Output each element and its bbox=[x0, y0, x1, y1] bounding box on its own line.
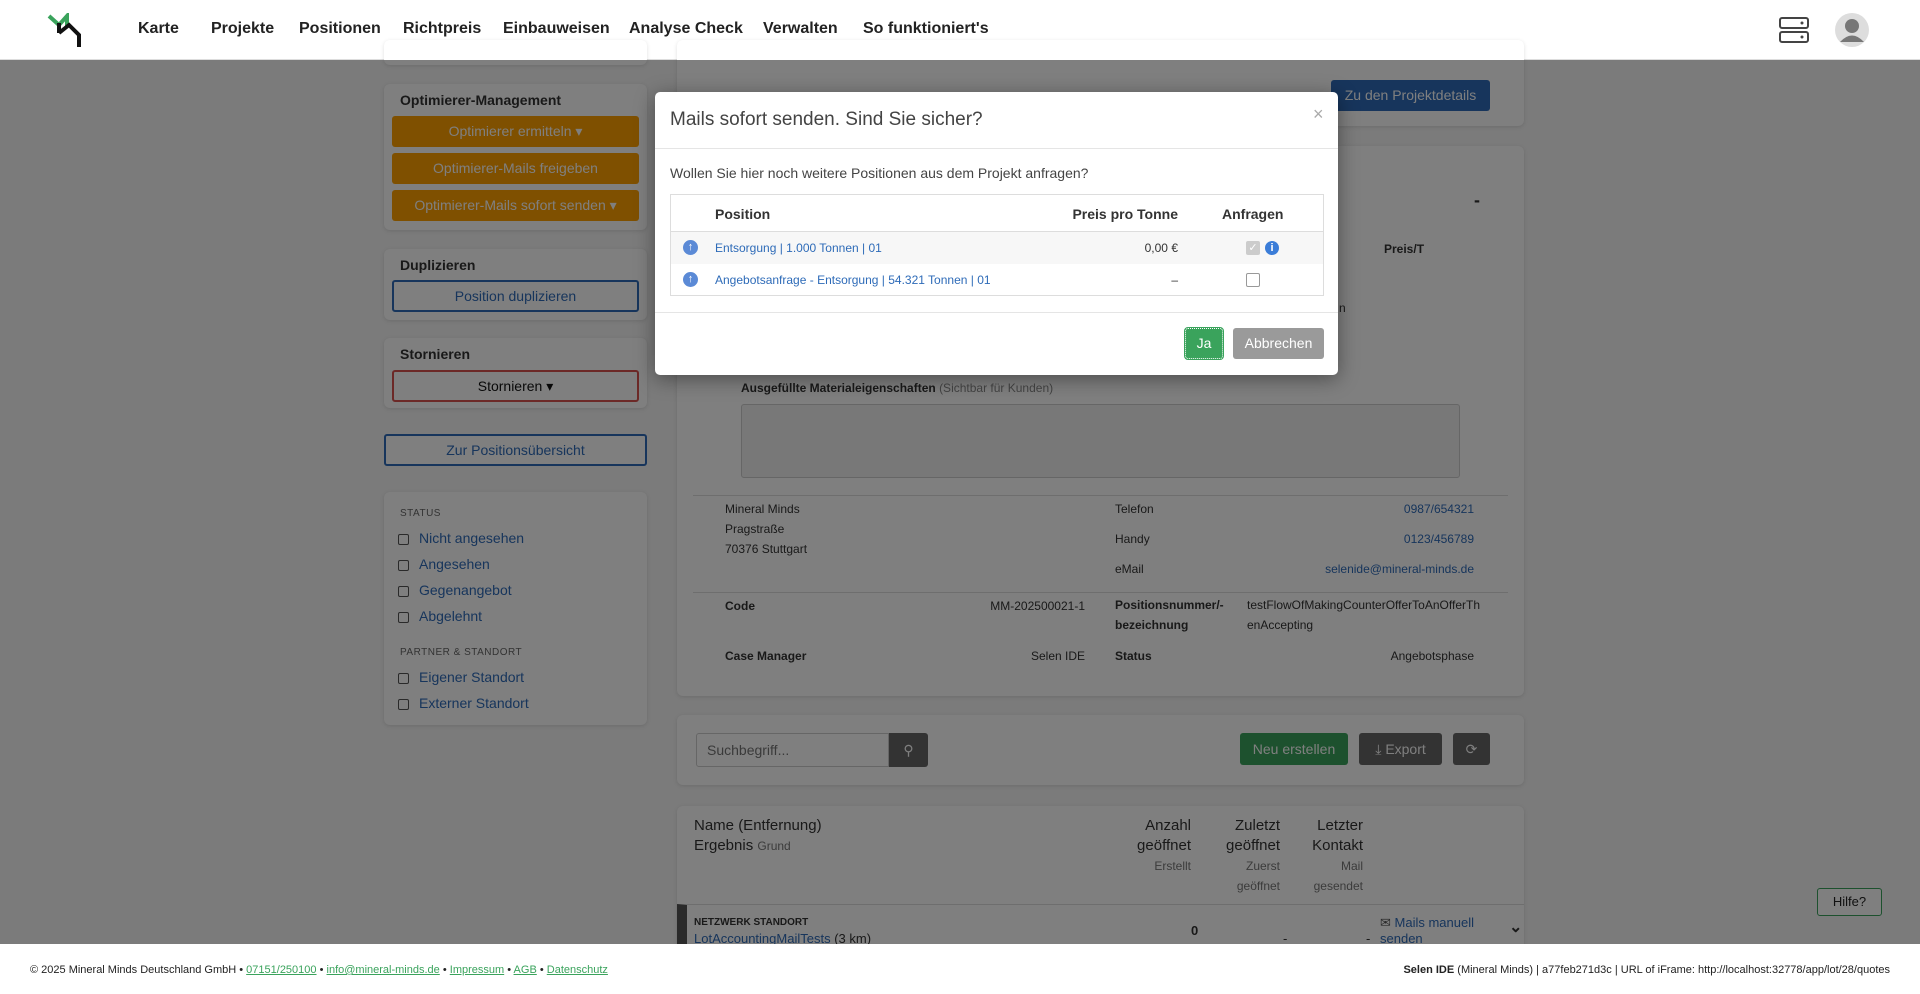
divider bbox=[655, 312, 1338, 313]
request-checkbox[interactable] bbox=[1246, 273, 1260, 287]
separator: • bbox=[320, 964, 324, 976]
table-row: ↑ Entsorgung | 1.000 Tonnen | 01 0,00 € … bbox=[671, 232, 1323, 264]
separator: • bbox=[507, 964, 511, 976]
nav-richtpreis[interactable]: Richtpreis bbox=[403, 20, 481, 38]
nav-so-funktionierts[interactable]: So funktioniert's bbox=[863, 20, 989, 38]
nav-karte[interactable]: Karte bbox=[138, 20, 179, 38]
footer-agb-link[interactable]: AGB bbox=[514, 964, 537, 976]
header-position: Position bbox=[715, 206, 770, 222]
mineral-minds-logo[interactable] bbox=[47, 13, 83, 47]
footer-privacy-link[interactable]: Datenschutz bbox=[547, 964, 608, 976]
modal-question: Wollen Sie hier noch weitere Positionen … bbox=[670, 165, 1088, 181]
info-icon[interactable]: i bbox=[1265, 241, 1279, 255]
cancel-button[interactable]: Abbrechen bbox=[1233, 328, 1324, 359]
position-link[interactable]: Entsorgung | 1.000 Tonnen | 01 bbox=[715, 241, 882, 255]
footer-user: Selen IDE bbox=[1403, 964, 1454, 976]
positions-table-header: Position Preis pro Tonne Anfragen bbox=[671, 195, 1323, 232]
nav-verwalten[interactable]: Verwalten bbox=[763, 20, 838, 38]
copyright: © 2025 Mineral Minds Deutschland GmbH • bbox=[30, 964, 243, 976]
divider bbox=[655, 148, 1338, 149]
close-icon[interactable]: × bbox=[1313, 104, 1324, 125]
position-link[interactable]: Angebotsanfrage - Entsorgung | 54.321 To… bbox=[715, 273, 991, 287]
nav-analyse-check[interactable]: Analyse Check bbox=[629, 20, 743, 38]
separator: • bbox=[443, 964, 447, 976]
header-request: Anfragen bbox=[1222, 206, 1283, 222]
footer: © 2025 Mineral Minds Deutschland GmbH • … bbox=[0, 944, 1920, 994]
footer-impressum-link[interactable]: Impressum bbox=[450, 964, 504, 976]
confirm-yes-button[interactable]: Ja bbox=[1185, 328, 1223, 359]
footer-phone-link[interactable]: 07151/250100 bbox=[246, 964, 316, 976]
footer-info: (Mineral Minds) | a77feb271d3c | URL of … bbox=[1457, 964, 1890, 976]
server-icon[interactable] bbox=[1779, 16, 1809, 44]
positions-table: Position Preis pro Tonne Anfragen ↑ Ents… bbox=[670, 194, 1324, 296]
nav-einbauweisen[interactable]: Einbauweisen bbox=[503, 20, 610, 38]
position-price: 0,00 € bbox=[1145, 241, 1178, 255]
position-price: – bbox=[1171, 273, 1178, 287]
separator: • bbox=[540, 964, 544, 976]
nav-projekte[interactable]: Projekte bbox=[211, 20, 274, 38]
nav-positionen[interactable]: Positionen bbox=[299, 20, 381, 38]
arrow-up-circle-icon: ↑ bbox=[683, 272, 698, 287]
table-row: ↑ Angebotsanfrage - Entsorgung | 54.321 … bbox=[671, 264, 1323, 296]
modal-title: Mails sofort senden. Sind Sie sicher? bbox=[670, 109, 983, 131]
header-price: Preis pro Tonne bbox=[1072, 206, 1178, 222]
request-checkbox-checked[interactable]: ✓ bbox=[1246, 241, 1260, 255]
footer-email-link[interactable]: info@mineral-minds.de bbox=[327, 964, 440, 976]
arrow-up-circle-icon: ↑ bbox=[683, 240, 698, 255]
avatar[interactable] bbox=[1834, 12, 1870, 48]
confirm-send-mails-modal: Mails sofort senden. Sind Sie sicher? × … bbox=[655, 92, 1338, 375]
